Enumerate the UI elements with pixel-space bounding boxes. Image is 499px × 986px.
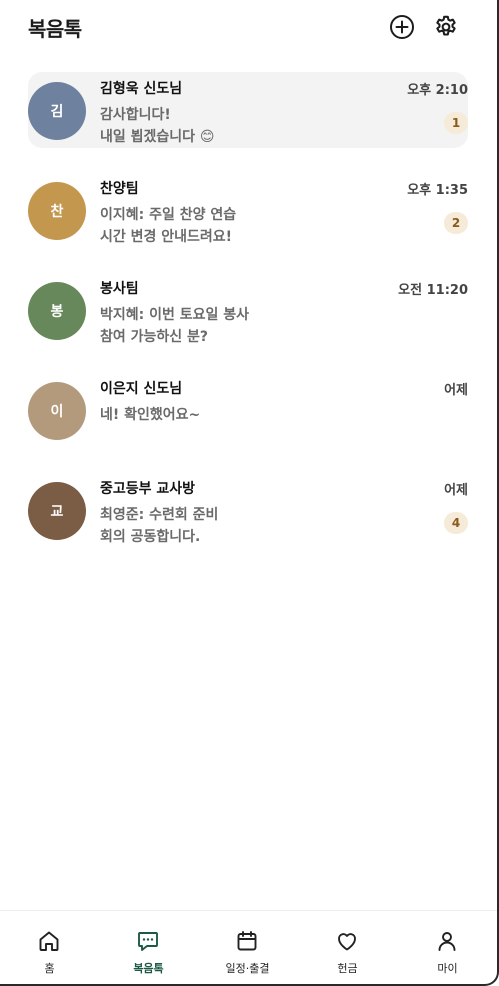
avatar: 교 [28, 482, 86, 540]
unread-badge: 2 [444, 212, 468, 234]
avatar: 찬 [28, 182, 86, 240]
chat-row[interactable]: 찬 찬양팀 오후 1:35 이지혜: 주일 찬양 연습 시간 변경 안내드려요!… [28, 172, 468, 248]
chat-preview: 감사합니다! 내일 뵙겠습니다 😊 [100, 104, 400, 148]
chat-preview-line: 참여 가능하신 분? [100, 329, 209, 345]
plus-circle-icon [390, 15, 414, 39]
new-chat-button[interactable] [388, 13, 416, 41]
chat-time: 오후 2:10 [407, 83, 468, 98]
nav-label: 복음톡 [133, 962, 164, 975]
unread-badge: 4 [444, 512, 468, 534]
calendar-icon [237, 931, 257, 951]
bottom-nav: 홈 복음톡 일정·출결 헌금 마이 [0, 910, 497, 985]
app-header: 복음톡 [0, 0, 497, 56]
chat-preview-line: 최영준: 수련회 준비 [100, 507, 219, 523]
avatar: 김 [28, 82, 86, 140]
settings-button[interactable] [432, 13, 460, 41]
nav-label: 마이 [437, 962, 458, 975]
avatar: 이 [28, 382, 86, 440]
nav-label: 헌금 [337, 962, 358, 975]
nav-item-schedule[interactable]: 일정·출결 [198, 911, 297, 985]
chat-row[interactable]: 김 김형욱 신도님 오후 2:10 감사합니다! 내일 뵙겠습니다 😊 1 [28, 72, 468, 148]
chat-name: 이은지 신도님 [100, 381, 183, 397]
heart-icon [338, 933, 356, 951]
chat-time: 어제 [444, 383, 468, 398]
nav-label: 일정·출결 [225, 962, 270, 975]
home-icon [39, 931, 59, 951]
unread-badge: 1 [444, 112, 468, 134]
chat-preview-line: 내일 뵙겠습니다 😊 [100, 129, 215, 145]
gear-icon [436, 15, 456, 36]
chat-preview: 최영준: 수련회 준비 회의 공동합니다. [100, 504, 400, 548]
chat-preview-line: 시간 변경 안내드려요! [100, 229, 233, 245]
chat-row[interactable]: 교 중고등부 교사방 어제 최영준: 수련회 준비 회의 공동합니다. 4 [28, 472, 468, 548]
chat-preview-line: 박지혜: 이번 토요일 봉사 [100, 307, 250, 323]
chat-preview: 박지혜: 이번 토요일 봉사 참여 가능하신 분? [100, 304, 400, 348]
nav-item-offering[interactable]: 헌금 [298, 911, 397, 985]
chat-preview-line: 이지혜: 주일 찬양 연습 [100, 207, 237, 223]
chat-row[interactable]: 이 이은지 신도님 어제 네! 확인했어요~ [28, 372, 468, 448]
avatar: 봉 [28, 282, 86, 340]
chat-preview-line: 감사합니다! [100, 107, 171, 123]
nav-item-my[interactable]: 마이 [398, 911, 497, 985]
chat-row[interactable]: 봉 봉사팀 오전 11:20 박지혜: 이번 토요일 봉사 참여 가능하신 분? [28, 272, 468, 348]
app-title: 복음톡 [28, 17, 82, 41]
chat-name: 봉사팀 [100, 281, 139, 297]
chat-time: 어제 [444, 483, 468, 498]
chat-name: 찬양팀 [100, 181, 139, 197]
chat-preview-line: 회의 공동합니다. [100, 529, 201, 545]
nav-item-chat[interactable]: 복음톡 [99, 911, 198, 985]
nav-label: 홈 [44, 962, 55, 975]
chat-preview-line: 네! 확인했어요~ [100, 407, 201, 423]
chat-name: 김형욱 신도님 [100, 81, 183, 97]
chat-name: 중고등부 교사방 [100, 481, 196, 497]
nav-item-home[interactable]: 홈 [0, 911, 99, 985]
user-icon [438, 932, 456, 951]
chat-time: 오전 11:20 [398, 283, 468, 298]
chat-bubble-icon [138, 932, 158, 951]
chat-preview: 네! 확인했어요~ [100, 404, 400, 426]
chat-preview: 이지혜: 주일 찬양 연습 시간 변경 안내드려요! [100, 204, 400, 248]
chat-time: 오후 1:35 [407, 183, 468, 198]
